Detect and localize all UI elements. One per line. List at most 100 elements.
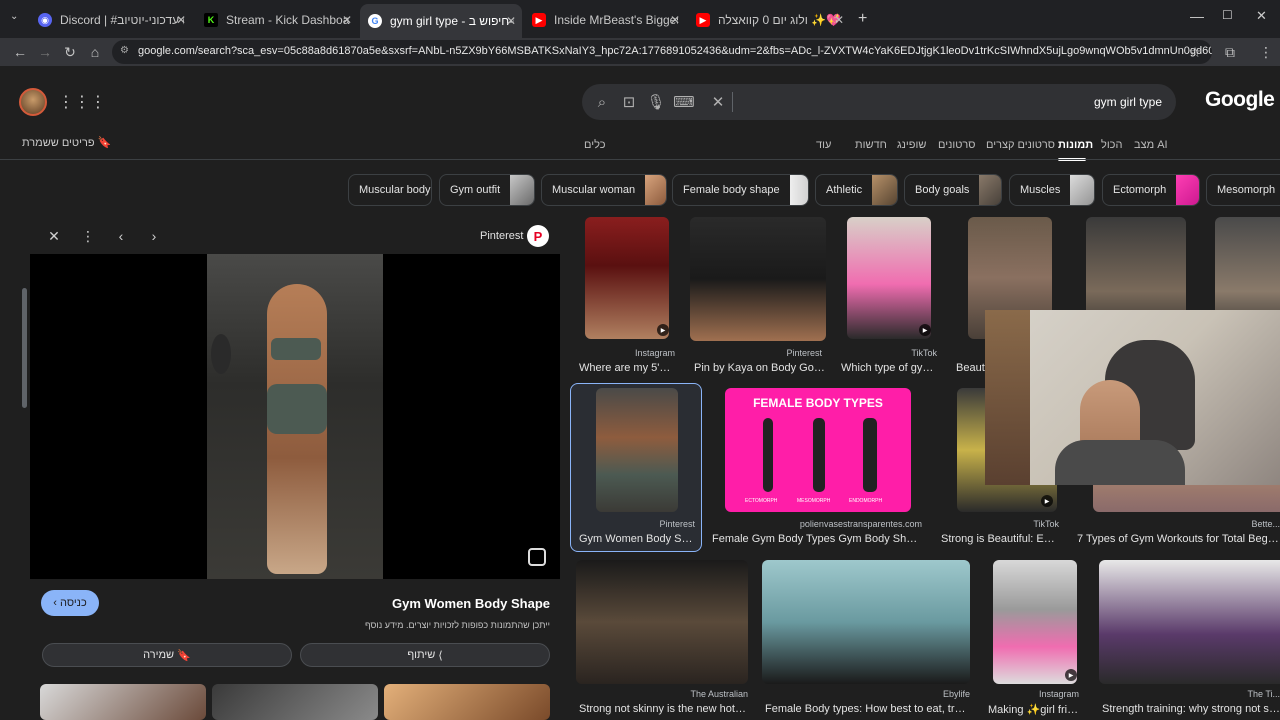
search-box[interactable]: ⌕ ⊡ 🎙 ⌨ ✕ gym girl type xyxy=(582,84,1176,120)
saved-items-link[interactable]: פריטים ששמרת 🔖 xyxy=(22,136,111,149)
tab-more[interactable]: עוד xyxy=(816,139,831,151)
maximize-button[interactable]: ☐ xyxy=(1222,8,1233,22)
preview-title[interactable]: Gym Women Body Shape xyxy=(392,596,550,611)
extensions-icon[interactable]: ⧉ xyxy=(1220,42,1240,62)
chip-ectomorph[interactable]: Ectomorph xyxy=(1102,174,1200,206)
more-menu-icon[interactable]: ⋮ xyxy=(1256,42,1276,62)
tab-news[interactable]: חדשות xyxy=(855,139,887,151)
result-caption: Making ✨girl frien... xyxy=(988,704,1079,716)
previous-arrow-icon[interactable]: ‹ xyxy=(111,226,131,246)
save-button[interactable]: שמירה 🔖 xyxy=(42,643,292,667)
close-icon[interactable]: ✕ xyxy=(506,14,516,28)
banner-label: ECTOMORPH xyxy=(745,498,778,504)
apps-grid-icon[interactable]: ⋮⋮⋮ xyxy=(58,92,106,112)
close-icon[interactable]: ✕ xyxy=(670,13,680,27)
close-icon[interactable]: ✕ xyxy=(44,226,64,246)
related-image[interactable] xyxy=(212,684,378,720)
new-tab-button[interactable]: + xyxy=(858,10,867,28)
result-card[interactable]: Ebylife Female Body types: How best to e… xyxy=(762,560,970,716)
chip-body-goals[interactable]: Body goals xyxy=(904,174,1002,206)
tools-button[interactable]: כלים xyxy=(584,139,605,151)
chip-mesomorph[interactable]: Mesomorph xyxy=(1206,174,1280,206)
close-icon[interactable]: ✕ xyxy=(176,13,186,27)
result-image[interactable] xyxy=(1099,560,1280,684)
video-icon: ▶ xyxy=(657,324,669,336)
lens-icon[interactable]: ⊡ xyxy=(619,92,639,112)
tab-discord[interactable]: ◉ Discord | #עדכוני-יוטיוב ( 🔴 ) ✕ xyxy=(30,6,192,34)
chip-athletic[interactable]: Athletic xyxy=(815,174,898,206)
browser-tab-strip: ⌄ ◉ Discord | #עדכוני-יוטיוב ( 🔴 ) ✕ K S… xyxy=(0,0,1280,38)
minimize-button[interactable]: — xyxy=(1190,8,1204,24)
tab-short-videos[interactable]: סרטונים קצרים xyxy=(986,139,1055,151)
result-card[interactable]: The Australian Strong not skinny is the … xyxy=(576,560,748,716)
preview-source-name[interactable]: Pinterest xyxy=(480,230,523,242)
chip-muscles[interactable]: Muscles xyxy=(1009,174,1095,206)
chip-thumbnail xyxy=(1070,175,1094,205)
close-icon[interactable]: ✕ xyxy=(834,13,844,27)
related-image[interactable] xyxy=(384,684,550,720)
home-icon[interactable]: ⌂ xyxy=(85,42,105,62)
tab-shopping[interactable]: שופינג xyxy=(897,139,926,151)
result-image[interactable] xyxy=(690,217,826,341)
google-logo[interactable]: Google xyxy=(1205,88,1275,112)
window-close-button[interactable]: ✕ xyxy=(1256,8,1267,24)
more-options-icon[interactable]: ⋮ xyxy=(78,226,98,246)
keyboard-icon[interactable]: ⌨ xyxy=(673,92,695,112)
tab-kick[interactable]: K Stream - Kick Dashboard ✕ xyxy=(196,6,358,34)
tab-youtube-mrbeast[interactable]: ▶ Inside MrBeast's Biggest Video ✕ xyxy=(524,6,686,34)
tab-images[interactable]: תמונות xyxy=(1058,139,1093,151)
tab-youtube-vlog[interactable]: ▶ ולוג יום 0 קוואצלה ✨💖 - YouTube ✕ xyxy=(688,6,850,34)
tab-google-search[interactable]: G gym girl type - חיפוש ב-Google ✕ xyxy=(360,4,522,38)
preview-image[interactable] xyxy=(207,254,383,579)
result-image[interactable] xyxy=(596,388,678,512)
bookmark-star-icon[interactable]: ☆ xyxy=(1185,42,1205,62)
result-source: The Australian xyxy=(690,689,748,699)
result-image[interactable] xyxy=(762,560,970,684)
result-card[interactable]: ▶ Instagram Making ✨girl frien... xyxy=(985,560,1079,716)
result-card[interactable]: Pinterest Pin by Kaya on Body Goal... xyxy=(690,217,826,377)
address-bar[interactable]: ⚙ google.com/search?sca_esv=05c88a8d6187… xyxy=(112,40,1212,64)
site-info-icon[interactable]: ⚙ xyxy=(120,45,129,56)
back-arrow-icon[interactable]: ← xyxy=(10,42,30,62)
related-image[interactable] xyxy=(40,684,206,720)
result-source: Pinterest xyxy=(786,348,822,358)
result-card[interactable]: ▶ TikTok Which type of gym ... xyxy=(841,217,937,377)
result-card-selected[interactable]: Pinterest Gym Women Body Sha... xyxy=(577,388,697,548)
result-image[interactable] xyxy=(847,217,931,339)
avatar[interactable] xyxy=(19,88,47,116)
lens-search-icon[interactable] xyxy=(528,548,546,566)
chip-muscular-body[interactable]: Muscular body xyxy=(348,174,432,206)
result-card[interactable]: FEMALE BODY TYPES ECTOMORPH MESOMORPH EN… xyxy=(712,388,922,548)
scrollbar[interactable] xyxy=(22,288,27,408)
result-card[interactable]: The Ti... Strength training: why strong … xyxy=(1099,560,1280,716)
next-arrow-icon[interactable]: › xyxy=(144,226,164,246)
clear-icon[interactable]: ✕ xyxy=(708,92,728,112)
close-icon[interactable]: ✕ xyxy=(342,13,352,27)
reload-icon[interactable]: ↻ xyxy=(60,42,80,62)
result-card[interactable]: ▶ Instagram Where are my 5'4 ... xyxy=(579,217,675,377)
chip-gym-outfit[interactable]: Gym outfit xyxy=(439,174,535,206)
result-image[interactable]: FEMALE BODY TYPES ECTOMORPH MESOMORPH EN… xyxy=(725,388,911,512)
result-caption: Which type of gym ... xyxy=(841,362,937,374)
result-caption: 7 Types of Gym Workouts for Total Beginn… xyxy=(1077,533,1280,545)
result-image[interactable] xyxy=(993,560,1077,684)
result-image[interactable] xyxy=(585,217,669,339)
result-source: Instagram xyxy=(634,348,675,358)
chip-thumbnail xyxy=(1176,175,1199,205)
tab-videos[interactable]: סרטונים xyxy=(938,139,976,151)
banner-label: MESOMORPH xyxy=(797,498,831,504)
microphone-icon[interactable]: 🎙 xyxy=(646,92,666,112)
result-image[interactable] xyxy=(576,560,748,684)
forward-arrow-icon[interactable]: → xyxy=(35,42,55,62)
chip-muscular-woman[interactable]: Muscular woman xyxy=(541,174,667,206)
tab-ai-mode[interactable]: מצב AI xyxy=(1134,139,1168,151)
tab-all[interactable]: הכול xyxy=(1101,139,1122,151)
search-icon[interactable]: ⌕ xyxy=(592,92,612,112)
video-icon: ▶ xyxy=(919,324,931,336)
search-input[interactable]: gym girl type xyxy=(1094,95,1162,109)
result-caption: Female Gym Body Types Gym Body Shape ... xyxy=(712,533,922,545)
chip-female-body-shape[interactable]: Female body shape xyxy=(672,174,809,206)
tab-list-menu[interactable]: ⌄ xyxy=(10,11,18,22)
visit-button[interactable]: ‹ כניסה xyxy=(41,590,99,616)
share-button[interactable]: שיתוף ⟨ xyxy=(300,643,550,667)
